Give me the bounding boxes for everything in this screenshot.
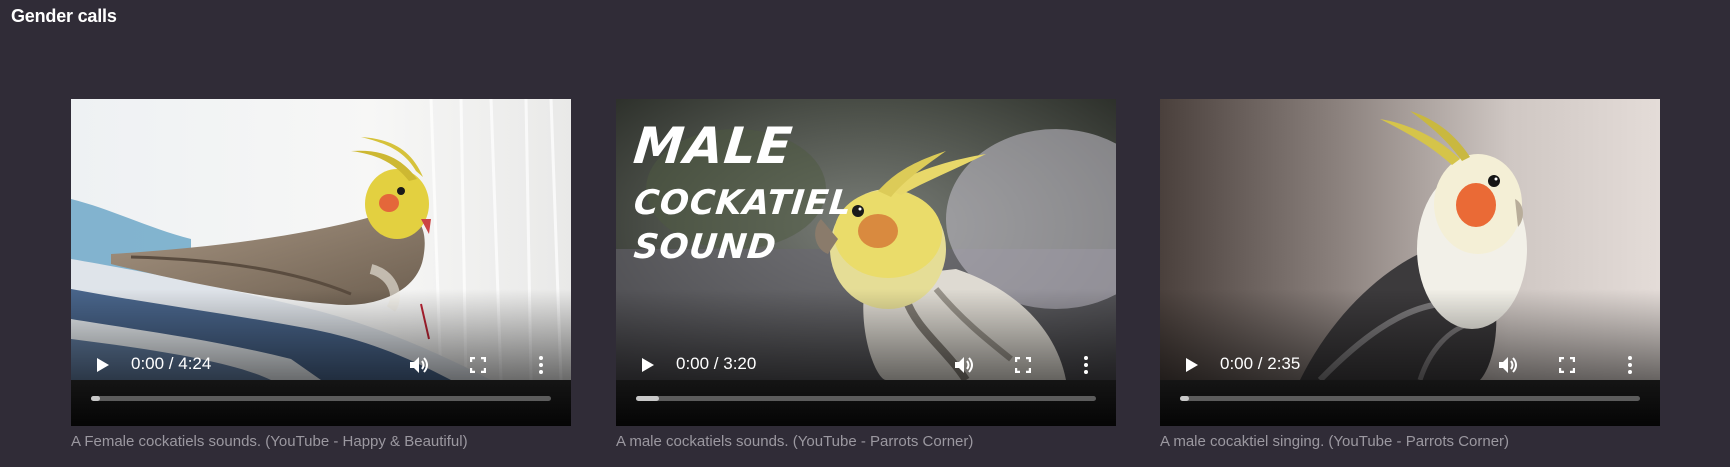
more-vertical-icon[interactable] (538, 355, 544, 375)
fullscreen-icon[interactable] (1014, 356, 1032, 374)
video-card-male-sounds: MALE COCKATIEL SOUND 0:00 / 3:20 A male … (616, 99, 1116, 450)
time-display: 0:00 / 3:20 (676, 354, 757, 373)
video-caption: A male cocaktiel singing. (YouTube - Par… (1160, 433, 1510, 450)
progress-slider[interactable] (636, 396, 1096, 401)
overlay-title-line-1: MALE (630, 117, 796, 175)
overlay-title-line-2: COCKATIEL (631, 183, 855, 223)
video-player[interactable]: 0:00 / 4:24 (71, 99, 571, 426)
progress-slider[interactable] (1180, 396, 1640, 401)
play-icon[interactable] (1184, 357, 1200, 373)
fullscreen-icon[interactable] (469, 356, 487, 374)
volume-icon[interactable] (954, 355, 976, 375)
controls-bar (1160, 380, 1660, 426)
video-player[interactable]: 0:00 / 2:35 (1160, 99, 1660, 426)
play-icon[interactable] (95, 357, 111, 373)
video-caption: A Female cockatiels sounds. (YouTube - H… (71, 433, 468, 450)
video-caption: A male cockatiels sounds. (YouTube - Par… (616, 433, 974, 450)
volume-icon[interactable] (409, 355, 431, 375)
section-title: Gender calls (11, 6, 117, 26)
video-card-female: 0:00 / 4:24 A Female cockatiels sounds. … (71, 99, 571, 450)
video-controls: 0:00 / 4:24 (71, 349, 571, 379)
progress-fill (636, 396, 659, 401)
video-player[interactable]: MALE COCKATIEL SOUND 0:00 / 3:20 (616, 99, 1116, 426)
play-icon[interactable] (640, 357, 656, 373)
fullscreen-icon[interactable] (1558, 356, 1576, 374)
controls-bar (71, 380, 571, 426)
progress-fill (91, 396, 101, 401)
volume-icon[interactable] (1498, 355, 1520, 375)
controls-bar (616, 380, 1116, 426)
video-controls: 0:00 / 3:20 (616, 349, 1116, 379)
more-vertical-icon[interactable] (1627, 355, 1633, 375)
progress-fill (1180, 396, 1190, 401)
time-display: 0:00 / 4:24 (131, 354, 212, 373)
more-vertical-icon[interactable] (1083, 355, 1089, 375)
video-controls: 0:00 / 2:35 (1160, 349, 1660, 379)
progress-slider[interactable] (91, 396, 551, 401)
overlay-title-line-3: SOUND (631, 227, 779, 267)
time-display: 0:00 / 2:35 (1220, 354, 1301, 373)
video-card-male-singing: 0:00 / 2:35 A male cocaktiel singing. (Y… (1160, 99, 1660, 450)
